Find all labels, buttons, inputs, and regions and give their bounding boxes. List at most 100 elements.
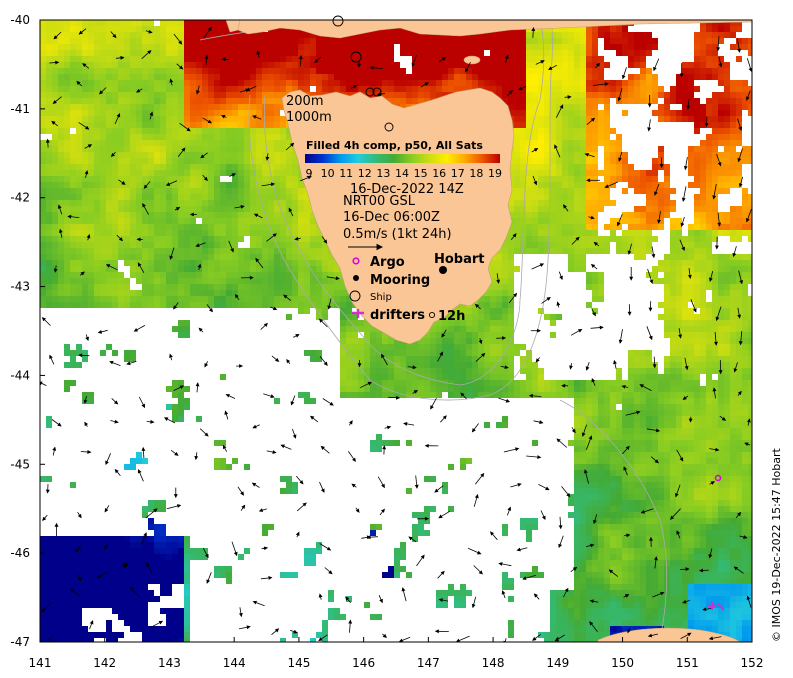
sst-cell: [220, 26, 226, 32]
sst-cell: [148, 146, 154, 152]
sst-cell: [346, 38, 352, 44]
sst-cell: [124, 62, 130, 68]
sst-cell: [100, 32, 106, 38]
sst-cell: [142, 122, 148, 128]
sst-cell: [136, 302, 142, 308]
sst-cell: [208, 176, 214, 182]
sst-cell: [346, 86, 352, 92]
sst-cell: [658, 86, 664, 92]
sst-cell: [208, 92, 214, 98]
sst-cell: [562, 80, 568, 86]
sst-cell: [670, 206, 676, 212]
sst-cell: [514, 122, 520, 128]
sst-cell: [106, 278, 112, 284]
sst-cell: [220, 104, 226, 110]
sst-cell: [232, 128, 238, 134]
sst-cell: [544, 152, 550, 158]
sst-cell: [76, 224, 82, 230]
sst-cell: [748, 278, 752, 284]
sst-cell: [118, 212, 124, 218]
sst-cell: [76, 152, 82, 158]
sst-cell: [106, 86, 112, 92]
sst-cell: [238, 140, 244, 146]
sst-cell: [724, 80, 730, 86]
sst-cell: [286, 248, 292, 254]
sst-cell: [328, 74, 334, 80]
sst-cell: [172, 104, 178, 110]
sst-cell: [646, 236, 652, 242]
sst-cell: [196, 134, 202, 140]
sst-cell: [586, 284, 592, 290]
sst-cell: [544, 44, 550, 50]
sst-cell: [202, 296, 208, 302]
sst-cell: [736, 134, 742, 140]
sst-cell: [136, 152, 142, 158]
sst-cell: [496, 50, 502, 56]
sst-cell: [400, 50, 406, 56]
sst-cell: [142, 212, 148, 218]
sst-cell: [580, 110, 586, 116]
sst-cell: [298, 200, 304, 206]
sst-cell: [724, 152, 730, 158]
sst-cell: [532, 194, 538, 200]
sst-cell: [184, 158, 190, 164]
sst-cell: [652, 164, 658, 170]
sst-cell: [328, 56, 334, 62]
sst-cell: [70, 116, 76, 122]
sst-cell: [244, 164, 250, 170]
sst-cell: [238, 122, 244, 128]
sst-cell: [142, 296, 148, 302]
sst-cell: [130, 302, 136, 308]
sst-cell: [58, 38, 64, 44]
sst-cell: [310, 254, 316, 260]
sst-cell: [94, 26, 100, 32]
sst-cell: [64, 122, 70, 128]
sst-cell: [478, 62, 484, 68]
sst-cell: [106, 224, 112, 230]
sst-cell: [328, 80, 334, 86]
sst-cell: [40, 146, 46, 152]
sst-cell: [412, 98, 418, 104]
sst-cell: [640, 32, 646, 38]
sst-cell: [202, 98, 208, 104]
sst-cell: [646, 32, 652, 38]
sst-cell: [598, 170, 604, 176]
sst-cell: [112, 302, 118, 308]
sst-cell: [232, 278, 238, 284]
sst-cell: [388, 86, 394, 92]
sst-cell: [40, 116, 46, 122]
sst-cell: [604, 116, 610, 122]
sst-cell: [712, 284, 718, 290]
sst-cell: [592, 32, 598, 38]
sst-cell: [40, 266, 46, 272]
sst-cell: [592, 230, 598, 236]
sst-cell: [556, 188, 562, 194]
sst-cell: [544, 104, 550, 110]
sst-cell: [244, 38, 250, 44]
sst-cell: [736, 98, 742, 104]
sst-cell: [730, 224, 736, 230]
sst-cell: [676, 278, 682, 284]
sst-cell: [112, 260, 118, 266]
sst-cell: [334, 284, 340, 290]
sst-cell: [196, 80, 202, 86]
sst-cell: [508, 38, 514, 44]
sst-cell: [172, 188, 178, 194]
sst-cell: [52, 80, 58, 86]
sst-cell: [136, 278, 142, 284]
sst-cell: [556, 194, 562, 200]
sst-cell: [262, 188, 268, 194]
sst-cell: [718, 122, 724, 128]
sst-cell: [604, 32, 610, 38]
sst-cell: [646, 242, 652, 248]
sst-cell: [100, 74, 106, 80]
sst-cell: [160, 38, 166, 44]
sst-cell: [52, 20, 58, 26]
sst-cell: [220, 266, 226, 272]
sst-cell: [220, 296, 226, 302]
sst-cell: [166, 290, 172, 296]
sst-cell: [118, 302, 124, 308]
sst-cell: [250, 194, 256, 200]
sst-cell: [202, 158, 208, 164]
sst-cell: [268, 50, 274, 56]
